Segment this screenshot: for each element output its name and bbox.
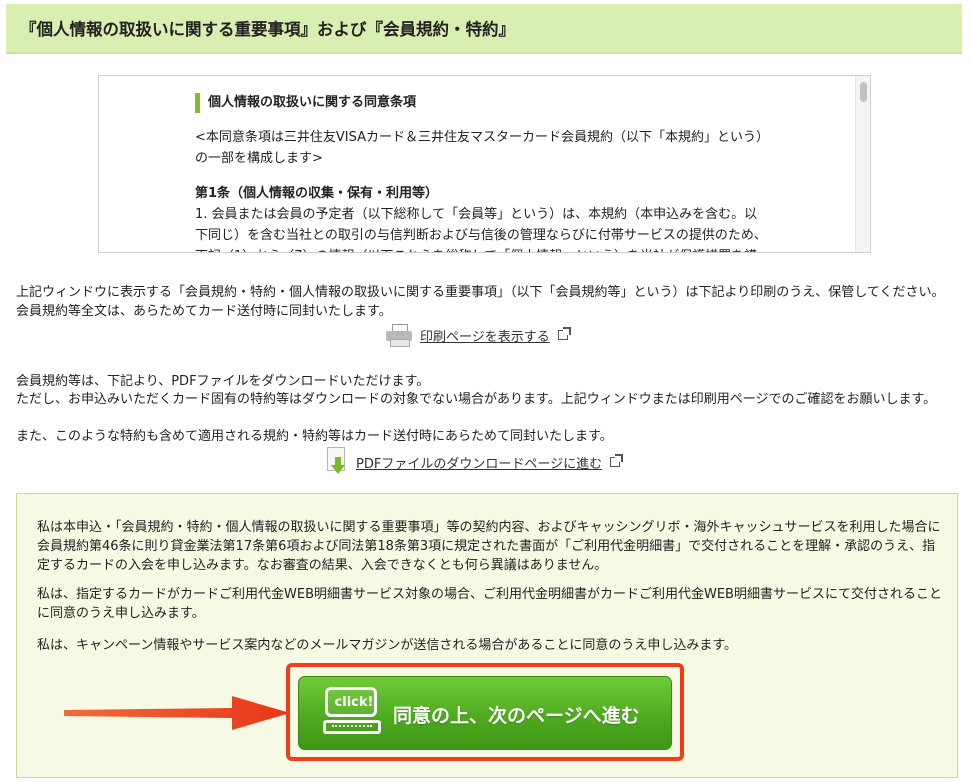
- pdf-download-link[interactable]: PDFファイルのダウンロードページに進む: [324, 447, 624, 477]
- terms-article-body: 1. 会員または会員の予定者（以下総称して「会員等」という）は、本規約（本申込み…: [195, 207, 767, 252]
- pdf-download-link-label[interactable]: PDFファイルのダウンロードページに進む: [356, 453, 602, 472]
- click-icon-text: click!: [334, 695, 374, 710]
- terms-article-title: 第1条（個人情報の収集・保有・利用等）: [195, 186, 439, 201]
- agree-and-proceed-button[interactable]: click! 同意の上、次のページへ進む: [298, 676, 672, 750]
- print-page-link[interactable]: 印刷ページを表示する: [386, 324, 571, 347]
- terms-title: 個人情報の取扱いに関する同意条項: [195, 93, 770, 113]
- terms-intro: <本同意条項は三井住友VISAカード＆三井住友マスターカード会員規約（以下「本規…: [195, 130, 770, 166]
- agreement-paragraph-3: 私は、キャンペーン情報やサービス案内などのメールマガジンが送信される場合があるこ…: [37, 638, 738, 653]
- pdf-line-1: 会員規約等は、下記より、PDFファイルをダウンロードいただけます。: [16, 374, 430, 389]
- external-link-icon: [557, 327, 571, 340]
- printer-icon: [386, 324, 412, 347]
- agreement-paragraph-2: 私は、指定するカードがカードご利用代金WEB明細書サービス対象の場合、ご利用代金…: [37, 587, 942, 621]
- agreement-paragraph-1: 私は本申込・「会員規約・特約・個人情報の取扱いに関する重要事項」等の契約内容、お…: [37, 520, 941, 573]
- print-page-link-label[interactable]: 印刷ページを表示する: [420, 326, 550, 345]
- click-icon: click!: [323, 687, 383, 739]
- red-arrow-icon: [64, 696, 290, 730]
- section-header: 『個人情報の取扱いに関する重要事項』および『会員規約・特約』: [6, 4, 962, 54]
- terms-scroll-window[interactable]: 個人情報の取扱いに関する同意条項 <本同意条項は三井住友VISAカード＆三井住友…: [98, 75, 871, 253]
- agree-and-proceed-label[interactable]: 同意の上、次のページへ進む: [393, 701, 640, 728]
- download-icon: [324, 447, 348, 477]
- pdf-line-2: ただし、お申込みいただくカード固有の特約等はダウンロードの対象でない場合がありま…: [16, 392, 937, 407]
- print-description: 上記ウィンドウに表示する「会員規約・特約・個人情報の取扱いに関する重要事項」（以…: [16, 285, 945, 319]
- pdf-line-3: また、このような特約も含めて適用される規約・特約等はカード送付時にあらためて同封…: [16, 429, 613, 444]
- external-link-icon: [610, 454, 624, 467]
- terms-scrollbar[interactable]: [855, 76, 870, 252]
- terms-content: 個人情報の取扱いに関する同意条項 <本同意条項は三井住友VISAカード＆三井住友…: [195, 93, 770, 252]
- scrollbar-thumb[interactable]: [860, 82, 867, 102]
- page-title: 『個人情報の取扱いに関する重要事項』および『会員規約・特約』: [20, 20, 515, 39]
